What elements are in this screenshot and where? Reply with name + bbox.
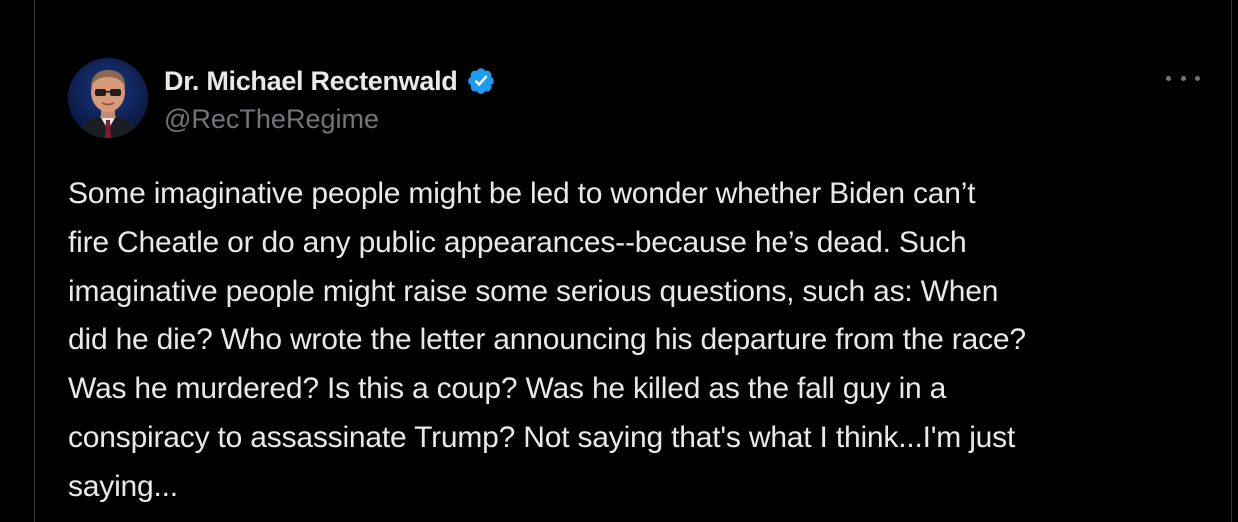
tweet-text: Some imaginative people might be led to … xyxy=(68,177,1026,503)
display-name-row: Dr. Michael Rectenwald xyxy=(164,64,496,98)
more-dot xyxy=(1195,75,1200,81)
tweet-page: Dr. Michael Rectenwald @RecTheRegime Som… xyxy=(0,0,1238,522)
verified-badge-icon[interactable] xyxy=(466,66,496,96)
more-options-icon[interactable] xyxy=(1166,66,1200,90)
avatar-image xyxy=(68,58,148,138)
column-border-left xyxy=(34,0,35,522)
display-name[interactable]: Dr. Michael Rectenwald xyxy=(164,66,458,97)
author-names: Dr. Michael Rectenwald @RecTheRegime xyxy=(164,64,496,135)
avatar[interactable] xyxy=(68,58,148,138)
handle[interactable]: @RecTheRegime xyxy=(164,104,496,135)
more-dot xyxy=(1180,75,1186,81)
more-dot xyxy=(1166,75,1171,81)
column-border-right xyxy=(1231,0,1232,522)
